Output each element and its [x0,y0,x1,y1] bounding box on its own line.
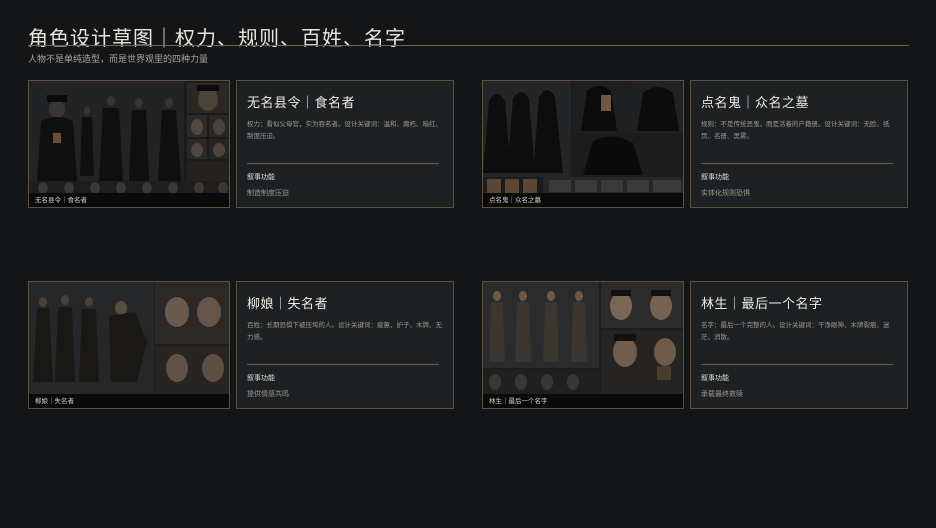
function-value: 实体化规则恐惧 [701,189,750,197]
image-caption: 点名鬼｜众名之墓 [483,193,683,207]
card-divider [247,163,439,164]
card-divider [701,364,893,365]
image-caption: 柳娘｜失名者 [29,394,229,408]
character-sheet-image-liuniang[interactable]: 柳娘｜失名者 [28,281,230,409]
character-info-card-liuniang: 柳娘｜失名者 百姓：长期恐惧下被压垮的人。设计关键词：疲惫、护子、木牌、无力感。… [236,281,454,409]
character-sheet-image-ghost[interactable]: 点名鬼｜众名之墓 [482,80,684,208]
linsheng-sketch-art [483,282,683,408]
character-sheet-image-magistrate[interactable]: 无名县令｜食名者 [28,80,230,208]
character-description: 百姓：长期恐惧下被压垮的人。设计关键词：疲惫、护子、木牌、无力感。 [247,321,442,341]
image-caption: 林生｜最后一个名字 [483,394,683,408]
function-value: 制造制度压迫 [247,189,289,197]
character-name: 点名鬼｜众名之墓 [701,96,810,111]
function-label: 叙事功能 [247,173,275,181]
character-description: 规则：不是传统恶鬼，而是活着的户籍册。设计关键词：无脸、纸页、名册、黑雾。 [701,120,890,140]
card-divider [701,163,893,164]
card-divider [247,364,439,365]
magistrate-sketch-art [29,81,229,207]
function-label: 叙事功能 [701,374,729,382]
character-info-card-linsheng: 林生｜最后一个名字 名字：最后一个完整的人。设计关键词：干净眼神、木牌裂痕、迷茫… [690,281,908,409]
ghost-sketch-art [483,81,683,207]
page-title: 角色设计草图｜权力、规则、百姓、名字 [28,26,406,50]
character-description: 权力：看似父母官，实为吞名者。设计关键词：温和、腐朽、暗红、制度压迫。 [247,120,442,140]
character-info-card-magistrate: 无名县令｜食名者 权力：看似父母官，实为吞名者。设计关键词：温和、腐朽、暗红、制… [236,80,454,208]
character-name: 无名县令｜食名者 [247,96,356,111]
character-description: 名字：最后一个完整的人。设计关键词：干净眼神、木牌裂痕、迷茫、消散。 [701,321,890,341]
image-caption: 无名县令｜食名者 [29,193,229,207]
title-divider [28,45,909,46]
slide: 角色设计草图｜权力、规则、百姓、名字 人物不是单纯造型，而是世界观里的四种力量 [0,0,936,528]
character-sheet-image-linsheng[interactable]: 林生｜最后一个名字 [482,281,684,409]
character-name: 林生｜最后一个名字 [701,297,823,312]
liuniang-sketch-art [29,282,229,408]
function-label: 叙事功能 [247,374,275,382]
page-subtitle: 人物不是单纯造型，而是世界观里的四种力量 [28,55,209,65]
character-info-card-ghost: 点名鬼｜众名之墓 规则：不是传统恶鬼，而是活着的户籍册。设计关键词：无脸、纸页、… [690,80,908,208]
function-label: 叙事功能 [701,173,729,181]
function-value: 承载最终救赎 [701,390,743,398]
character-name: 柳娘｜失名者 [247,297,329,312]
function-value: 提供情感共鸣 [247,390,289,398]
